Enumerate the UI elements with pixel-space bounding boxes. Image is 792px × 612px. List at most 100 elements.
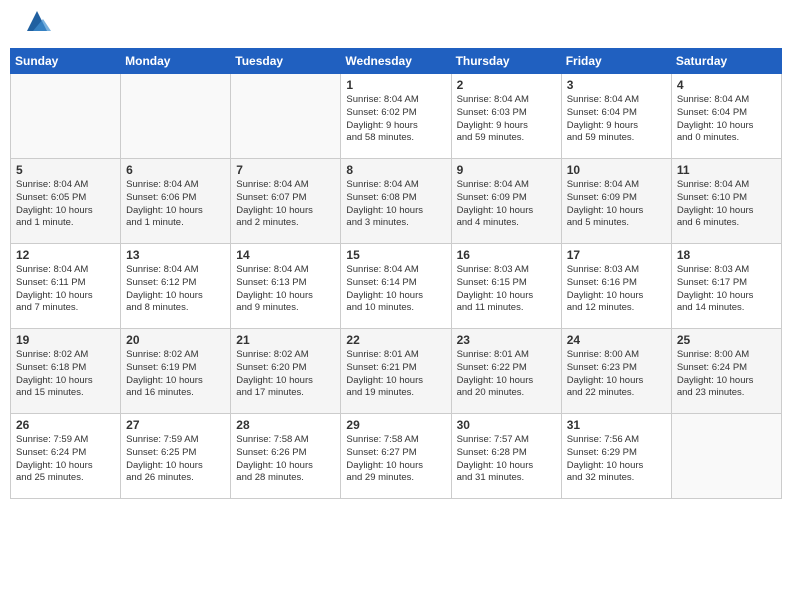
calendar-cell <box>671 414 781 499</box>
day-info: Sunrise: 7:59 AM Sunset: 6:25 PM Dayligh… <box>126 434 225 485</box>
calendar-week-row: 12 Sunrise: 8:04 AM Sunset: 6:11 PM Dayli… <box>11 244 782 329</box>
calendar-table: SundayMondayTuesdayWednesdayThursdayFrid… <box>10 48 782 499</box>
day-number: 18 <box>677 248 776 262</box>
calendar-cell: 13 Sunrise: 8:04 AM Sunset: 6:12 PM Dayli… <box>121 244 231 329</box>
calendar-cell: 9 Sunrise: 8:04 AM Sunset: 6:09 PM Daylig… <box>451 159 561 244</box>
day-info: Sunrise: 8:00 AM Sunset: 6:24 PM Dayligh… <box>677 349 776 400</box>
weekday-header-wednesday: Wednesday <box>341 49 451 74</box>
day-number: 22 <box>346 333 445 347</box>
day-info: Sunrise: 8:02 AM Sunset: 6:18 PM Dayligh… <box>16 349 115 400</box>
calendar-cell: 10 Sunrise: 8:04 AM Sunset: 6:09 PM Dayli… <box>561 159 671 244</box>
calendar-cell: 17 Sunrise: 8:03 AM Sunset: 6:16 PM Dayli… <box>561 244 671 329</box>
calendar-cell: 19 Sunrise: 8:02 AM Sunset: 6:18 PM Dayli… <box>11 329 121 414</box>
day-info: Sunrise: 8:04 AM Sunset: 6:09 PM Dayligh… <box>567 179 666 230</box>
calendar-cell: 12 Sunrise: 8:04 AM Sunset: 6:11 PM Dayli… <box>11 244 121 329</box>
day-number: 26 <box>16 418 115 432</box>
day-number: 27 <box>126 418 225 432</box>
day-info: Sunrise: 8:04 AM Sunset: 6:11 PM Dayligh… <box>16 264 115 315</box>
day-number: 28 <box>236 418 335 432</box>
calendar-cell: 14 Sunrise: 8:04 AM Sunset: 6:13 PM Dayli… <box>231 244 341 329</box>
calendar-cell: 28 Sunrise: 7:58 AM Sunset: 6:26 PM Dayli… <box>231 414 341 499</box>
calendar-cell: 31 Sunrise: 7:56 AM Sunset: 6:29 PM Dayli… <box>561 414 671 499</box>
day-number: 13 <box>126 248 225 262</box>
weekday-header-sunday: Sunday <box>11 49 121 74</box>
day-info: Sunrise: 8:03 AM Sunset: 6:15 PM Dayligh… <box>457 264 556 315</box>
day-info: Sunrise: 8:02 AM Sunset: 6:20 PM Dayligh… <box>236 349 335 400</box>
day-info: Sunrise: 8:01 AM Sunset: 6:21 PM Dayligh… <box>346 349 445 400</box>
calendar-cell: 18 Sunrise: 8:03 AM Sunset: 6:17 PM Dayli… <box>671 244 781 329</box>
calendar-cell: 5Sunrise: 8:04 AM Sunset: 6:05 PM Daylig… <box>11 159 121 244</box>
calendar-week-row: 5Sunrise: 8:04 AM Sunset: 6:05 PM Daylig… <box>11 159 782 244</box>
calendar-cell: 22 Sunrise: 8:01 AM Sunset: 6:21 PM Dayli… <box>341 329 451 414</box>
day-number: 21 <box>236 333 335 347</box>
day-info: Sunrise: 7:56 AM Sunset: 6:29 PM Dayligh… <box>567 434 666 485</box>
day-info: Sunrise: 8:04 AM Sunset: 6:10 PM Dayligh… <box>677 179 776 230</box>
day-number: 11 <box>677 163 776 177</box>
day-info: Sunrise: 7:57 AM Sunset: 6:28 PM Dayligh… <box>457 434 556 485</box>
day-info: Sunrise: 8:03 AM Sunset: 6:16 PM Dayligh… <box>567 264 666 315</box>
day-info: Sunrise: 8:03 AM Sunset: 6:17 PM Dayligh… <box>677 264 776 315</box>
calendar-cell <box>121 74 231 159</box>
day-info: Sunrise: 8:00 AM Sunset: 6:23 PM Dayligh… <box>567 349 666 400</box>
day-info: Sunrise: 8:04 AM Sunset: 6:13 PM Dayligh… <box>236 264 335 315</box>
day-number: 23 <box>457 333 556 347</box>
calendar-cell: 6 Sunrise: 8:04 AM Sunset: 6:06 PM Daylig… <box>121 159 231 244</box>
day-info: Sunrise: 8:04 AM Sunset: 6:14 PM Dayligh… <box>346 264 445 315</box>
calendar-week-row: 19 Sunrise: 8:02 AM Sunset: 6:18 PM Dayli… <box>11 329 782 414</box>
calendar-cell: 7Sunrise: 8:04 AM Sunset: 6:07 PM Daylig… <box>231 159 341 244</box>
day-info: Sunrise: 8:04 AM Sunset: 6:12 PM Dayligh… <box>126 264 225 315</box>
calendar-cell: 29 Sunrise: 7:58 AM Sunset: 6:27 PM Dayli… <box>341 414 451 499</box>
day-info: Sunrise: 7:59 AM Sunset: 6:24 PM Dayligh… <box>16 434 115 485</box>
calendar-cell: 26 Sunrise: 7:59 AM Sunset: 6:24 PM Dayli… <box>11 414 121 499</box>
day-number: 14 <box>236 248 335 262</box>
day-number: 16 <box>457 248 556 262</box>
day-number: 31 <box>567 418 666 432</box>
day-info: Sunrise: 8:04 AM Sunset: 6:09 PM Dayligh… <box>457 179 556 230</box>
calendar-cell: 1Sunrise: 8:04 AM Sunset: 6:02 PM Daylig… <box>341 74 451 159</box>
day-number: 29 <box>346 418 445 432</box>
calendar-cell: 8 Sunrise: 8:04 AM Sunset: 6:08 PM Daylig… <box>341 159 451 244</box>
day-info: Sunrise: 8:04 AM Sunset: 6:04 PM Dayligh… <box>677 94 776 145</box>
day-number: 8 <box>346 163 445 177</box>
day-number: 30 <box>457 418 556 432</box>
calendar-cell: 15 Sunrise: 8:04 AM Sunset: 6:14 PM Dayli… <box>341 244 451 329</box>
calendar-cell: 27 Sunrise: 7:59 AM Sunset: 6:25 PM Dayli… <box>121 414 231 499</box>
day-number: 25 <box>677 333 776 347</box>
calendar-cell: 4 Sunrise: 8:04 AM Sunset: 6:04 PM Daylig… <box>671 74 781 159</box>
calendar-cell: 23Sunrise: 8:01 AM Sunset: 6:22 PM Dayli… <box>451 329 561 414</box>
calendar-week-row: 1Sunrise: 8:04 AM Sunset: 6:02 PM Daylig… <box>11 74 782 159</box>
day-info: Sunrise: 8:04 AM Sunset: 6:04 PM Dayligh… <box>567 94 666 145</box>
calendar-cell <box>231 74 341 159</box>
day-info: Sunrise: 8:02 AM Sunset: 6:19 PM Dayligh… <box>126 349 225 400</box>
logo-icon <box>23 7 51 35</box>
day-number: 7 <box>236 163 335 177</box>
calendar-cell: 16 Sunrise: 8:03 AM Sunset: 6:15 PM Dayli… <box>451 244 561 329</box>
weekday-header-saturday: Saturday <box>671 49 781 74</box>
day-number: 24 <box>567 333 666 347</box>
day-number: 3 <box>567 78 666 92</box>
day-info: Sunrise: 7:58 AM Sunset: 6:26 PM Dayligh… <box>236 434 335 485</box>
calendar-cell: 2Sunrise: 8:04 AM Sunset: 6:03 PM Daylig… <box>451 74 561 159</box>
weekday-header-tuesday: Tuesday <box>231 49 341 74</box>
day-number: 1 <box>346 78 445 92</box>
day-number: 10 <box>567 163 666 177</box>
calendar-cell: 24 Sunrise: 8:00 AM Sunset: 6:23 PM Dayli… <box>561 329 671 414</box>
day-info: Sunrise: 8:04 AM Sunset: 6:06 PM Dayligh… <box>126 179 225 230</box>
logo <box>20 15 51 35</box>
day-number: 5 <box>16 163 115 177</box>
day-number: 17 <box>567 248 666 262</box>
day-number: 9 <box>457 163 556 177</box>
weekday-header-friday: Friday <box>561 49 671 74</box>
calendar-cell: 3 Sunrise: 8:04 AM Sunset: 6:04 PM Daylig… <box>561 74 671 159</box>
day-info: Sunrise: 7:58 AM Sunset: 6:27 PM Dayligh… <box>346 434 445 485</box>
day-number: 6 <box>126 163 225 177</box>
day-number: 19 <box>16 333 115 347</box>
day-number: 20 <box>126 333 225 347</box>
day-info: Sunrise: 8:04 AM Sunset: 6:03 PM Dayligh… <box>457 94 556 145</box>
calendar-week-row: 26 Sunrise: 7:59 AM Sunset: 6:24 PM Dayli… <box>11 414 782 499</box>
day-number: 4 <box>677 78 776 92</box>
weekday-header-thursday: Thursday <box>451 49 561 74</box>
day-info: Sunrise: 8:04 AM Sunset: 6:08 PM Dayligh… <box>346 179 445 230</box>
day-number: 15 <box>346 248 445 262</box>
day-number: 12 <box>16 248 115 262</box>
